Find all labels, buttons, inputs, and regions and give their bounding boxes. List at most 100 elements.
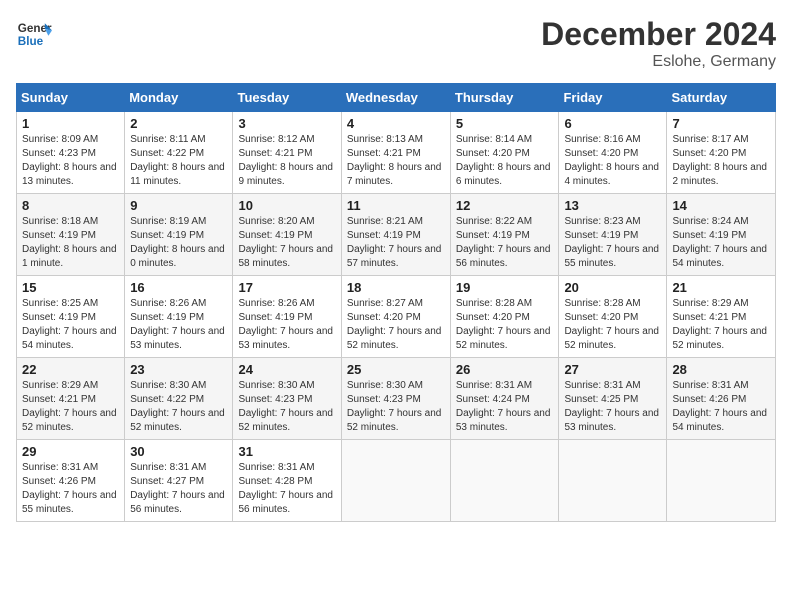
week-row-1: 8 Sunrise: 8:18 AM Sunset: 4:19 PM Daylig… — [17, 194, 776, 276]
calendar-cell: 31Sunrise: 8:31 AM Sunset: 4:28 PM Dayli… — [233, 440, 341, 522]
calendar-cell: 24 Sunrise: 8:30 AM Sunset: 4:23 PM Dayli… — [233, 358, 341, 440]
day-number: 19 — [456, 280, 554, 295]
weekday-header-saturday: Saturday — [667, 84, 776, 112]
day-number: 24 — [238, 362, 335, 377]
calendar-cell: 28Sunrise: 8:31 AM Sunset: 4:26 PM Dayli… — [667, 358, 776, 440]
day-info: Sunrise: 8:20 AM Sunset: 4:19 PM Dayligh… — [238, 215, 335, 271]
day-number: 16 — [130, 280, 227, 295]
calendar-cell: 27 Sunrise: 8:31 AM Sunset: 4:25 PM Dayli… — [559, 358, 667, 440]
day-info: Sunrise: 8:21 AM Sunset: 4:19 PM Dayligh… — [347, 215, 445, 271]
calendar-cell: 4 Sunrise: 8:13 AM Sunset: 4:21 PM Daylig… — [341, 112, 450, 194]
day-number: 20 — [564, 280, 661, 295]
day-info: Sunrise: 8:31 AM Sunset: 4:26 PM Dayligh… — [22, 461, 119, 517]
day-info: Sunrise: 8:26 AM Sunset: 4:19 PM Dayligh… — [130, 297, 227, 353]
day-info: Sunrise: 8:30 AM Sunset: 4:23 PM Dayligh… — [238, 379, 335, 435]
calendar-cell: 15 Sunrise: 8:25 AM Sunset: 4:19 PM Dayli… — [17, 276, 125, 358]
weekday-header-monday: Monday — [125, 84, 233, 112]
day-info: Sunrise: 8:29 AM Sunset: 4:21 PM Dayligh… — [672, 297, 770, 353]
calendar-cell: 9 Sunrise: 8:19 AM Sunset: 4:19 PM Daylig… — [125, 194, 233, 276]
weekday-header-wednesday: Wednesday — [341, 84, 450, 112]
day-number: 17 — [238, 280, 335, 295]
day-number: 30 — [130, 444, 227, 459]
week-row-0: 1Sunrise: 8:09 AM Sunset: 4:23 PM Daylig… — [17, 112, 776, 194]
calendar-cell: 10 Sunrise: 8:20 AM Sunset: 4:19 PM Dayli… — [233, 194, 341, 276]
day-number: 12 — [456, 198, 554, 213]
day-info: Sunrise: 8:11 AM Sunset: 4:22 PM Dayligh… — [130, 133, 227, 189]
svg-text:Blue: Blue — [18, 35, 44, 48]
day-info: Sunrise: 8:17 AM Sunset: 4:20 PM Dayligh… — [672, 133, 770, 189]
day-info: Sunrise: 8:30 AM Sunset: 4:22 PM Dayligh… — [130, 379, 227, 435]
day-info: Sunrise: 8:19 AM Sunset: 4:19 PM Dayligh… — [130, 215, 227, 271]
day-info: Sunrise: 8:30 AM Sunset: 4:23 PM Dayligh… — [347, 379, 445, 435]
calendar-cell: 20Sunrise: 8:28 AM Sunset: 4:20 PM Dayli… — [559, 276, 667, 358]
day-info: Sunrise: 8:16 AM Sunset: 4:20 PM Dayligh… — [564, 133, 661, 189]
calendar-cell: 21Sunrise: 8:29 AM Sunset: 4:21 PM Dayli… — [667, 276, 776, 358]
day-number: 27 — [564, 362, 661, 377]
day-number: 29 — [22, 444, 119, 459]
calendar-cell: 23Sunrise: 8:30 AM Sunset: 4:22 PM Dayli… — [125, 358, 233, 440]
day-number: 13 — [564, 198, 661, 213]
day-info: Sunrise: 8:22 AM Sunset: 4:19 PM Dayligh… — [456, 215, 554, 271]
calendar-cell: 1Sunrise: 8:09 AM Sunset: 4:23 PM Daylig… — [17, 112, 125, 194]
day-number: 25 — [347, 362, 445, 377]
calendar-cell: 30 Sunrise: 8:31 AM Sunset: 4:27 PM Dayli… — [125, 440, 233, 522]
day-number: 22 — [22, 362, 119, 377]
calendar-cell: 5 Sunrise: 8:14 AM Sunset: 4:20 PM Daylig… — [450, 112, 559, 194]
calendar-table: SundayMondayTuesdayWednesdayThursdayFrid… — [16, 83, 776, 522]
day-info: Sunrise: 8:23 AM Sunset: 4:19 PM Dayligh… — [564, 215, 661, 271]
calendar-cell: 22 Sunrise: 8:29 AM Sunset: 4:21 PM Dayli… — [17, 358, 125, 440]
day-info: Sunrise: 8:31 AM Sunset: 4:25 PM Dayligh… — [564, 379, 661, 435]
location: Eslohe, Germany — [541, 53, 776, 71]
day-info: Sunrise: 8:31 AM Sunset: 4:27 PM Dayligh… — [130, 461, 227, 517]
calendar-cell — [667, 440, 776, 522]
day-info: Sunrise: 8:28 AM Sunset: 4:20 PM Dayligh… — [456, 297, 554, 353]
day-info: Sunrise: 8:25 AM Sunset: 4:19 PM Dayligh… — [22, 297, 119, 353]
day-number: 31 — [238, 444, 335, 459]
day-info: Sunrise: 8:13 AM Sunset: 4:21 PM Dayligh… — [347, 133, 445, 189]
day-info: Sunrise: 8:24 AM Sunset: 4:19 PM Dayligh… — [672, 215, 770, 271]
day-info: Sunrise: 8:18 AM Sunset: 4:19 PM Dayligh… — [22, 215, 119, 271]
calendar-cell: 16 Sunrise: 8:26 AM Sunset: 4:19 PM Dayli… — [125, 276, 233, 358]
week-row-2: 15 Sunrise: 8:25 AM Sunset: 4:19 PM Dayli… — [17, 276, 776, 358]
logo: General Blue — [16, 16, 56, 52]
day-info: Sunrise: 8:29 AM Sunset: 4:21 PM Dayligh… — [22, 379, 119, 435]
day-info: Sunrise: 8:27 AM Sunset: 4:20 PM Dayligh… — [347, 297, 445, 353]
day-number: 2 — [130, 116, 227, 131]
day-number: 14 — [672, 198, 770, 213]
week-row-4: 29 Sunrise: 8:31 AM Sunset: 4:26 PM Dayli… — [17, 440, 776, 522]
day-info: Sunrise: 8:26 AM Sunset: 4:19 PM Dayligh… — [238, 297, 335, 353]
calendar-cell — [341, 440, 450, 522]
calendar-cell: 3 Sunrise: 8:12 AM Sunset: 4:21 PM Daylig… — [233, 112, 341, 194]
weekday-header-tuesday: Tuesday — [233, 84, 341, 112]
day-number: 9 — [130, 198, 227, 213]
day-number: 8 — [22, 198, 119, 213]
calendar-cell: 7 Sunrise: 8:17 AM Sunset: 4:20 PM Daylig… — [667, 112, 776, 194]
day-info: Sunrise: 8:09 AM Sunset: 4:23 PM Dayligh… — [22, 133, 119, 189]
calendar-cell: 18 Sunrise: 8:27 AM Sunset: 4:20 PM Dayli… — [341, 276, 450, 358]
day-number: 3 — [238, 116, 335, 131]
day-number: 6 — [564, 116, 661, 131]
calendar-cell: 13 Sunrise: 8:23 AM Sunset: 4:19 PM Dayli… — [559, 194, 667, 276]
title-block: December 2024 Eslohe, Germany — [541, 16, 776, 71]
weekday-header-sunday: Sunday — [17, 84, 125, 112]
month-title: December 2024 — [541, 16, 776, 53]
day-number: 18 — [347, 280, 445, 295]
day-number: 10 — [238, 198, 335, 213]
day-info: Sunrise: 8:31 AM Sunset: 4:26 PM Dayligh… — [672, 379, 770, 435]
day-number: 15 — [22, 280, 119, 295]
logo-icon: General Blue — [16, 16, 52, 52]
calendar-cell — [559, 440, 667, 522]
calendar-cell: 25 Sunrise: 8:30 AM Sunset: 4:23 PM Dayli… — [341, 358, 450, 440]
day-info: Sunrise: 8:12 AM Sunset: 4:21 PM Dayligh… — [238, 133, 335, 189]
day-number: 5 — [456, 116, 554, 131]
day-number: 11 — [347, 198, 445, 213]
day-number: 7 — [672, 116, 770, 131]
day-info: Sunrise: 8:31 AM Sunset: 4:24 PM Dayligh… — [456, 379, 554, 435]
calendar-cell: 6 Sunrise: 8:16 AM Sunset: 4:20 PM Daylig… — [559, 112, 667, 194]
day-number: 26 — [456, 362, 554, 377]
page-header: General Blue December 2024 Eslohe, Germa… — [16, 16, 776, 71]
day-info: Sunrise: 8:14 AM Sunset: 4:20 PM Dayligh… — [456, 133, 554, 189]
day-number: 4 — [347, 116, 445, 131]
calendar-cell: 19 Sunrise: 8:28 AM Sunset: 4:20 PM Dayli… — [450, 276, 559, 358]
calendar-cell: 29 Sunrise: 8:31 AM Sunset: 4:26 PM Dayli… — [17, 440, 125, 522]
